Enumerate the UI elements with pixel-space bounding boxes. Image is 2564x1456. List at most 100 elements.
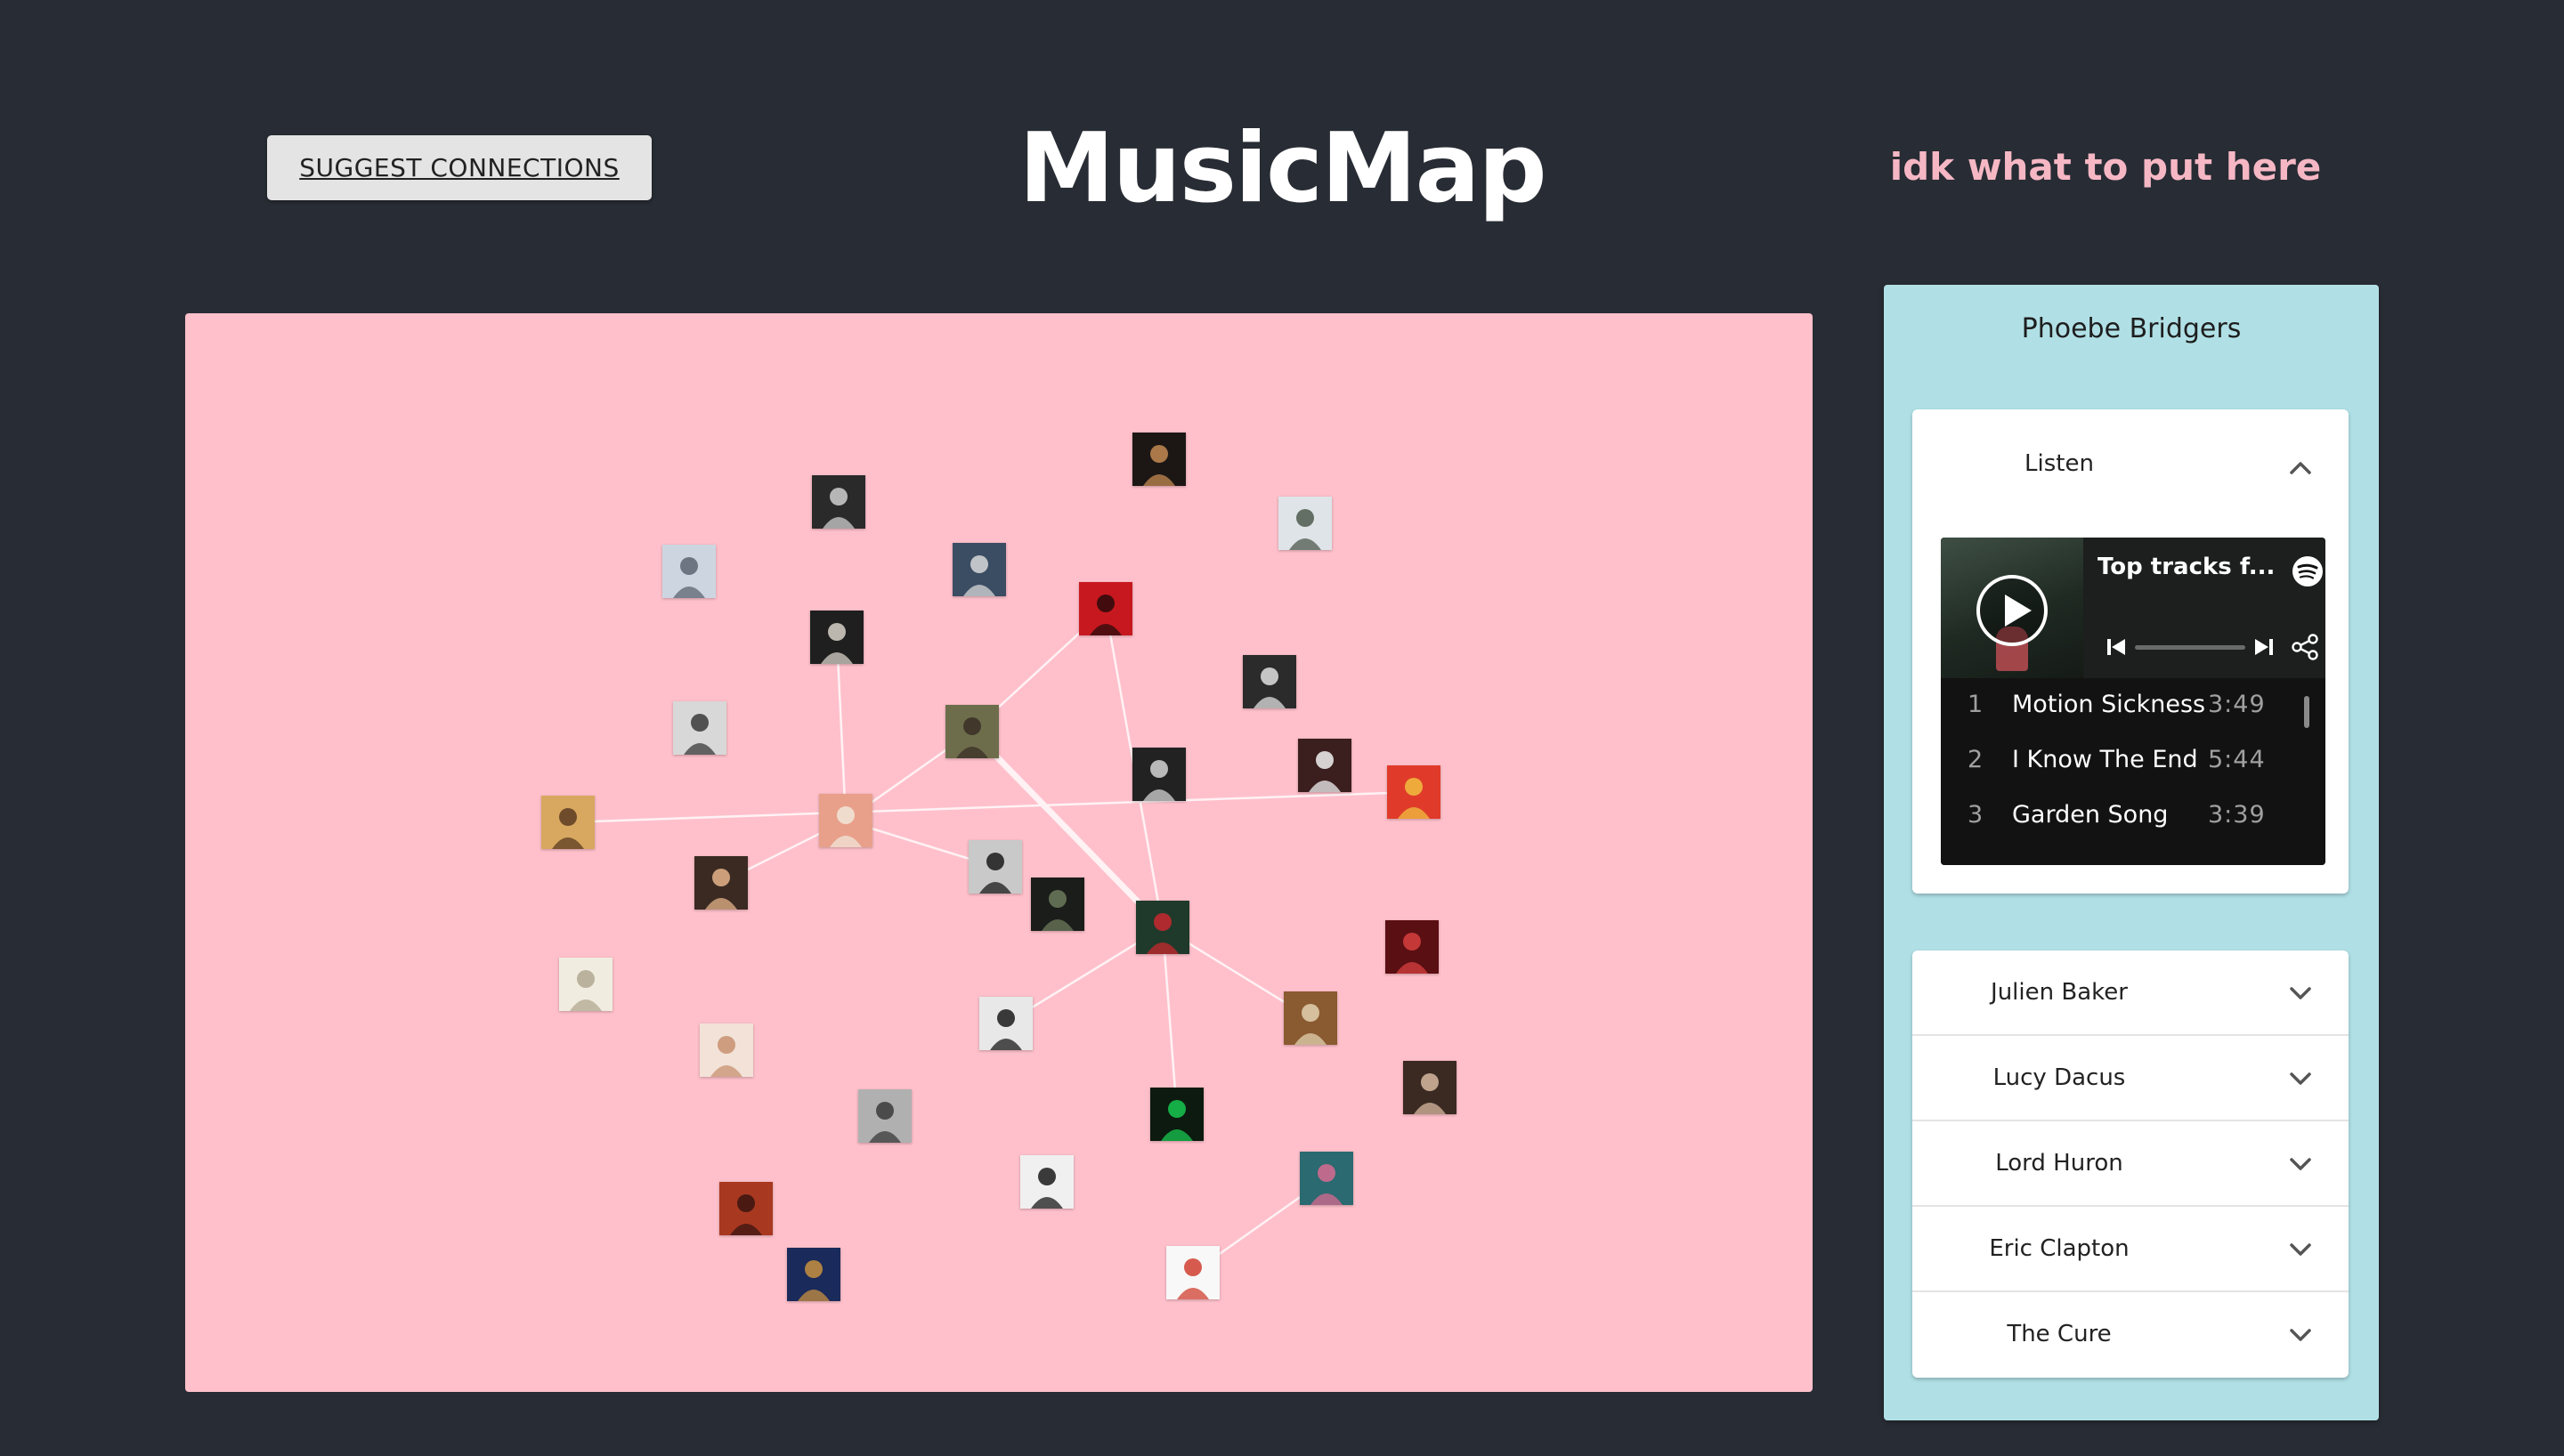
progress-bar[interactable]	[2135, 645, 2245, 650]
track-name: I Know The End	[2012, 746, 2198, 773]
track-name: Garden Song	[2012, 801, 2169, 829]
artist-photo-icon	[812, 475, 865, 529]
artist-node[interactable]	[1150, 1088, 1204, 1141]
chevron-down-icon	[2290, 987, 2311, 999]
track-duration: 3:49	[2208, 691, 2266, 718]
related-artist-name: Julien Baker	[1991, 979, 2128, 1006]
artist-node[interactable]	[1298, 739, 1351, 792]
artist-photo-icon	[1136, 901, 1189, 954]
related-artists-list: Julien Baker Lucy Dacus Lord Huron Eric …	[1912, 950, 2349, 1378]
artist-node[interactable]	[1284, 991, 1337, 1045]
artist-node[interactable]	[1300, 1152, 1353, 1205]
artist-node[interactable]	[819, 794, 872, 847]
related-artist-item[interactable]: The Cure	[1912, 1292, 2349, 1378]
track-duration: 3:39	[2208, 801, 2266, 829]
artist-node[interactable]	[787, 1248, 840, 1301]
music-graph-canvas[interactable]	[185, 313, 1813, 1392]
artist-photo-icon	[1284, 991, 1337, 1045]
artist-node[interactable]	[1132, 748, 1186, 801]
artist-node[interactable]	[1031, 878, 1084, 931]
track-row-partial[interactable]	[1941, 844, 2325, 865]
artist-photo-icon	[1150, 1088, 1204, 1141]
artist-photo-icon	[945, 705, 999, 758]
related-artist-name: Lucy Dacus	[1992, 1064, 2126, 1091]
artist-node[interactable]	[1403, 1061, 1456, 1114]
artist-node[interactable]	[662, 545, 716, 598]
artist-node[interactable]	[953, 543, 1006, 596]
suggest-connections-button[interactable]: SUGGEST CONNECTIONS	[267, 135, 652, 200]
spotify-player: Top tracks f... 1 Motion Sickness 3:49 2…	[1941, 538, 2325, 865]
artist-node[interactable]	[969, 840, 1022, 894]
track-list-scrollbar[interactable]	[2304, 696, 2309, 728]
artist-node[interactable]	[559, 958, 613, 1011]
track-row[interactable]: 1 Motion Sickness 3:49	[1941, 678, 2325, 733]
artist-photo-icon	[969, 840, 1022, 894]
artist-photo-icon	[1403, 1061, 1456, 1114]
artist-node[interactable]	[694, 856, 748, 910]
artist-photo-icon	[700, 1023, 753, 1077]
artist-photo-icon	[953, 543, 1006, 596]
artist-photo-icon	[810, 611, 864, 664]
artist-node[interactable]	[673, 701, 726, 755]
artist-photo-icon	[1132, 433, 1186, 486]
artist-node[interactable]	[719, 1182, 773, 1235]
artist-node[interactable]	[810, 611, 864, 664]
share-icon[interactable]	[2290, 632, 2320, 662]
play-button[interactable]	[1976, 575, 2048, 646]
artist-side-panel: Phoebe Bridgers Listen Top tracks f... 1…	[1884, 285, 2379, 1420]
track-row[interactable]: 2 I Know The End 5:44	[1941, 733, 2325, 789]
track-number: 3	[1968, 801, 1984, 829]
related-artist-item[interactable]: Julien Baker	[1912, 950, 2349, 1036]
listen-accordion-header[interactable]: Listen	[1912, 409, 2349, 520]
track-duration: 5:44	[2208, 746, 2266, 773]
artist-node[interactable]	[1385, 920, 1439, 974]
spotify-logo-icon	[2292, 556, 2323, 586]
artist-photo-icon	[1020, 1155, 1074, 1209]
artist-node[interactable]	[1132, 433, 1186, 486]
artist-node[interactable]	[979, 997, 1033, 1050]
app-title: MusicMap	[1018, 113, 1546, 224]
artist-photo-icon	[1300, 1152, 1353, 1205]
player-header: Top tracks f...	[1941, 538, 2325, 678]
artist-node[interactable]	[858, 1089, 912, 1143]
related-artist-item[interactable]: Eric Clapton	[1912, 1207, 2349, 1292]
artist-node[interactable]	[812, 475, 865, 529]
artist-node[interactable]	[1387, 765, 1440, 819]
player-title: Top tracks f...	[2097, 554, 2276, 580]
header-note: idk what to put here	[1889, 145, 2322, 189]
related-artist-name: The Cure	[2007, 1321, 2112, 1347]
chevron-down-icon	[2290, 1329, 2311, 1341]
track-row[interactable]: 3 Garden Song 3:39	[1941, 789, 2325, 844]
previous-track-icon[interactable]	[2105, 635, 2128, 659]
artist-node[interactable]	[700, 1023, 753, 1077]
listen-label: Listen	[2024, 450, 2094, 477]
graph-edge	[566, 790, 1416, 824]
artist-photo-icon	[1166, 1246, 1220, 1299]
artist-photo-icon	[787, 1248, 840, 1301]
artist-photo-icon	[979, 997, 1033, 1050]
track-list[interactable]: 1 Motion Sickness 3:49 2 I Know The End …	[1941, 678, 2325, 865]
artist-node[interactable]	[1020, 1155, 1074, 1209]
artist-node[interactable]	[945, 705, 999, 758]
chevron-down-icon	[2290, 1243, 2311, 1256]
artist-photo-icon	[694, 856, 748, 910]
artist-node[interactable]	[1243, 655, 1296, 708]
related-artist-item[interactable]: Lucy Dacus	[1912, 1036, 2349, 1121]
artist-photo-icon	[541, 796, 595, 849]
artist-node-selected[interactable]	[1136, 901, 1189, 954]
artist-node[interactable]	[1278, 497, 1332, 550]
artist-node[interactable]	[541, 796, 595, 849]
next-track-icon[interactable]	[2252, 635, 2276, 659]
artist-photo-icon	[1298, 739, 1351, 792]
graph-edge	[1161, 926, 1179, 1116]
artist-photo-icon	[1243, 655, 1296, 708]
artist-photo-icon	[819, 794, 872, 847]
artist-photo-icon	[1278, 497, 1332, 550]
artist-photo-icon	[673, 701, 726, 755]
artist-photo-icon	[1031, 878, 1084, 931]
artist-photo-icon	[719, 1182, 773, 1235]
related-artist-item[interactable]: Lord Huron	[1912, 1121, 2349, 1207]
artist-photo-icon	[559, 958, 613, 1011]
artist-node[interactable]	[1166, 1246, 1220, 1299]
artist-node[interactable]	[1079, 582, 1132, 635]
